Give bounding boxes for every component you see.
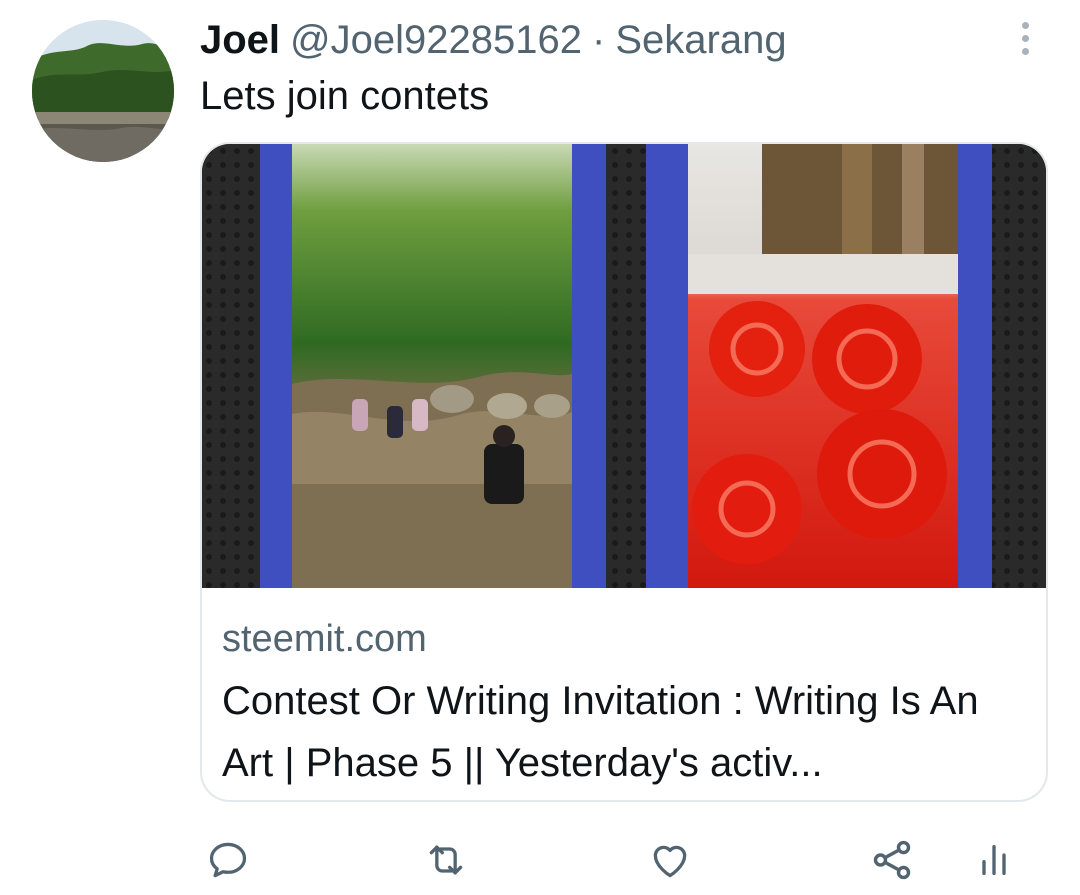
link-card[interactable]: steemit.com Contest Or Writing Invitatio… <box>200 142 1048 802</box>
share-icon[interactable] <box>862 830 922 890</box>
link-card-image <box>202 144 1046 588</box>
analytics-icon[interactable] <box>964 830 1024 890</box>
link-card-info: steemit.com Contest Or Writing Invitatio… <box>202 588 1046 800</box>
retweet-icon[interactable] <box>416 830 476 890</box>
author-handle[interactable]: @Joel92285162 <box>290 18 582 63</box>
reply-icon[interactable] <box>198 830 258 890</box>
link-card-title: Contest Or Writing Invitation : Writing … <box>222 679 979 785</box>
heart-icon[interactable] <box>640 830 700 890</box>
more-vertical-icon[interactable] <box>1008 14 1042 62</box>
author-name[interactable]: Joel <box>200 18 280 63</box>
author-avatar[interactable] <box>32 20 174 162</box>
tweet-actions <box>0 830 1080 890</box>
tweet-timestamp[interactable]: Sekarang <box>615 18 786 63</box>
link-card-domain: steemit.com <box>222 618 427 660</box>
header-separator: · <box>592 17 606 62</box>
tweet-text: Lets join contets <box>200 74 490 118</box>
tweet-header: Joel @Joel92285162 · Sekarang <box>200 14 787 66</box>
